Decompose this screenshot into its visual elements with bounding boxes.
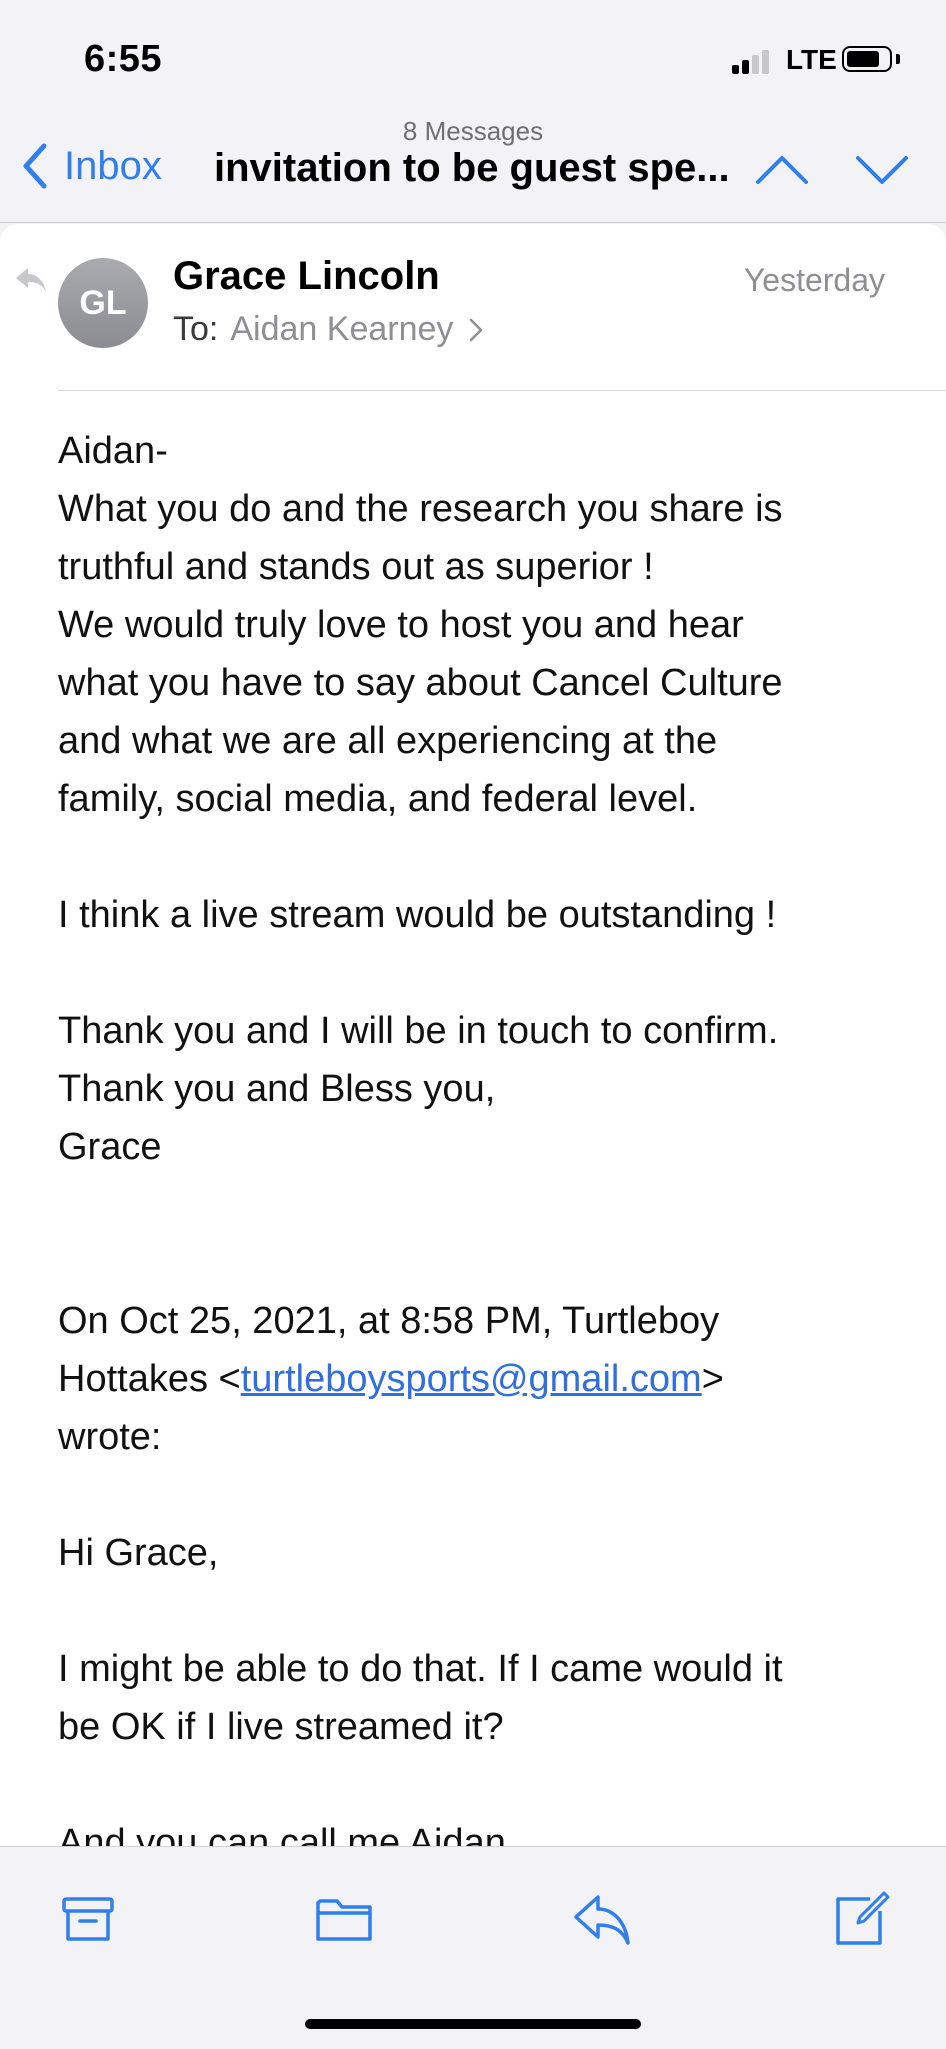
status-time: 6:55 <box>84 38 163 80</box>
to-label: To: <box>173 310 219 348</box>
message-body: Aidan- What you do and the research you … <box>58 422 888 1846</box>
sender-avatar[interactable]: GL <box>58 258 148 348</box>
quoted-paragraph: And you can call me Aidan <box>58 1822 506 1846</box>
thread-subject: invitation to be guest spe... <box>214 146 730 190</box>
back-label: Inbox <box>64 143 162 188</box>
sender-name[interactable]: Grace Lincoln <box>173 254 440 299</box>
next-message-chevron-down-icon[interactable] <box>852 152 912 188</box>
previous-message-chevron-up-icon[interactable] <box>752 152 812 188</box>
back-to-inbox-button[interactable]: Inbox <box>20 142 162 190</box>
quoted-header: On Oct 25, 2021, at 8:58 PM, Turtleboy H… <box>58 1292 888 1466</box>
recipient-line[interactable]: To: Aidan Kearney <box>173 310 483 349</box>
chevron-left-icon <box>23 143 47 189</box>
compose-icon[interactable] <box>830 1889 890 1949</box>
recipient-name[interactable]: Aidan Kearney <box>230 310 453 349</box>
body-paragraph: I think a live stream would be outstandi… <box>58 894 777 936</box>
folder-icon[interactable] <box>314 1889 374 1949</box>
message-date: Yesterday <box>743 262 885 298</box>
quoted-paragraph: I might be able to do that. If I came wo… <box>58 1648 783 1748</box>
home-indicator[interactable] <box>305 2019 641 2029</box>
archive-icon[interactable] <box>58 1889 118 1949</box>
body-paragraph: Thank you and I will be in touch to conf… <box>58 1010 779 1168</box>
chevron-right-icon <box>470 318 483 341</box>
body-paragraph: Aidan- What you do and the research you … <box>58 430 783 820</box>
email-link[interactable]: turtleboysports@gmail.com <box>241 1358 702 1400</box>
cellular-signal-icon <box>732 48 772 74</box>
battery-icon <box>842 46 892 72</box>
battery-tip <box>896 54 900 64</box>
reply-icon[interactable] <box>572 1889 632 1949</box>
status-bar: 6:55 LTE <box>0 0 946 120</box>
quoted-paragraph: Hi Grace, <box>58 1532 219 1574</box>
header-divider <box>58 390 946 391</box>
bottom-toolbar <box>0 1846 946 2049</box>
navigation-bar: 8 Messages Inbox invitation to be guest … <box>0 110 946 223</box>
replied-indicator-icon <box>16 268 46 292</box>
message-card: GL Grace Lincoln Yesterday To: Aidan Kea… <box>0 224 946 1846</box>
network-label: LTE <box>786 44 837 75</box>
